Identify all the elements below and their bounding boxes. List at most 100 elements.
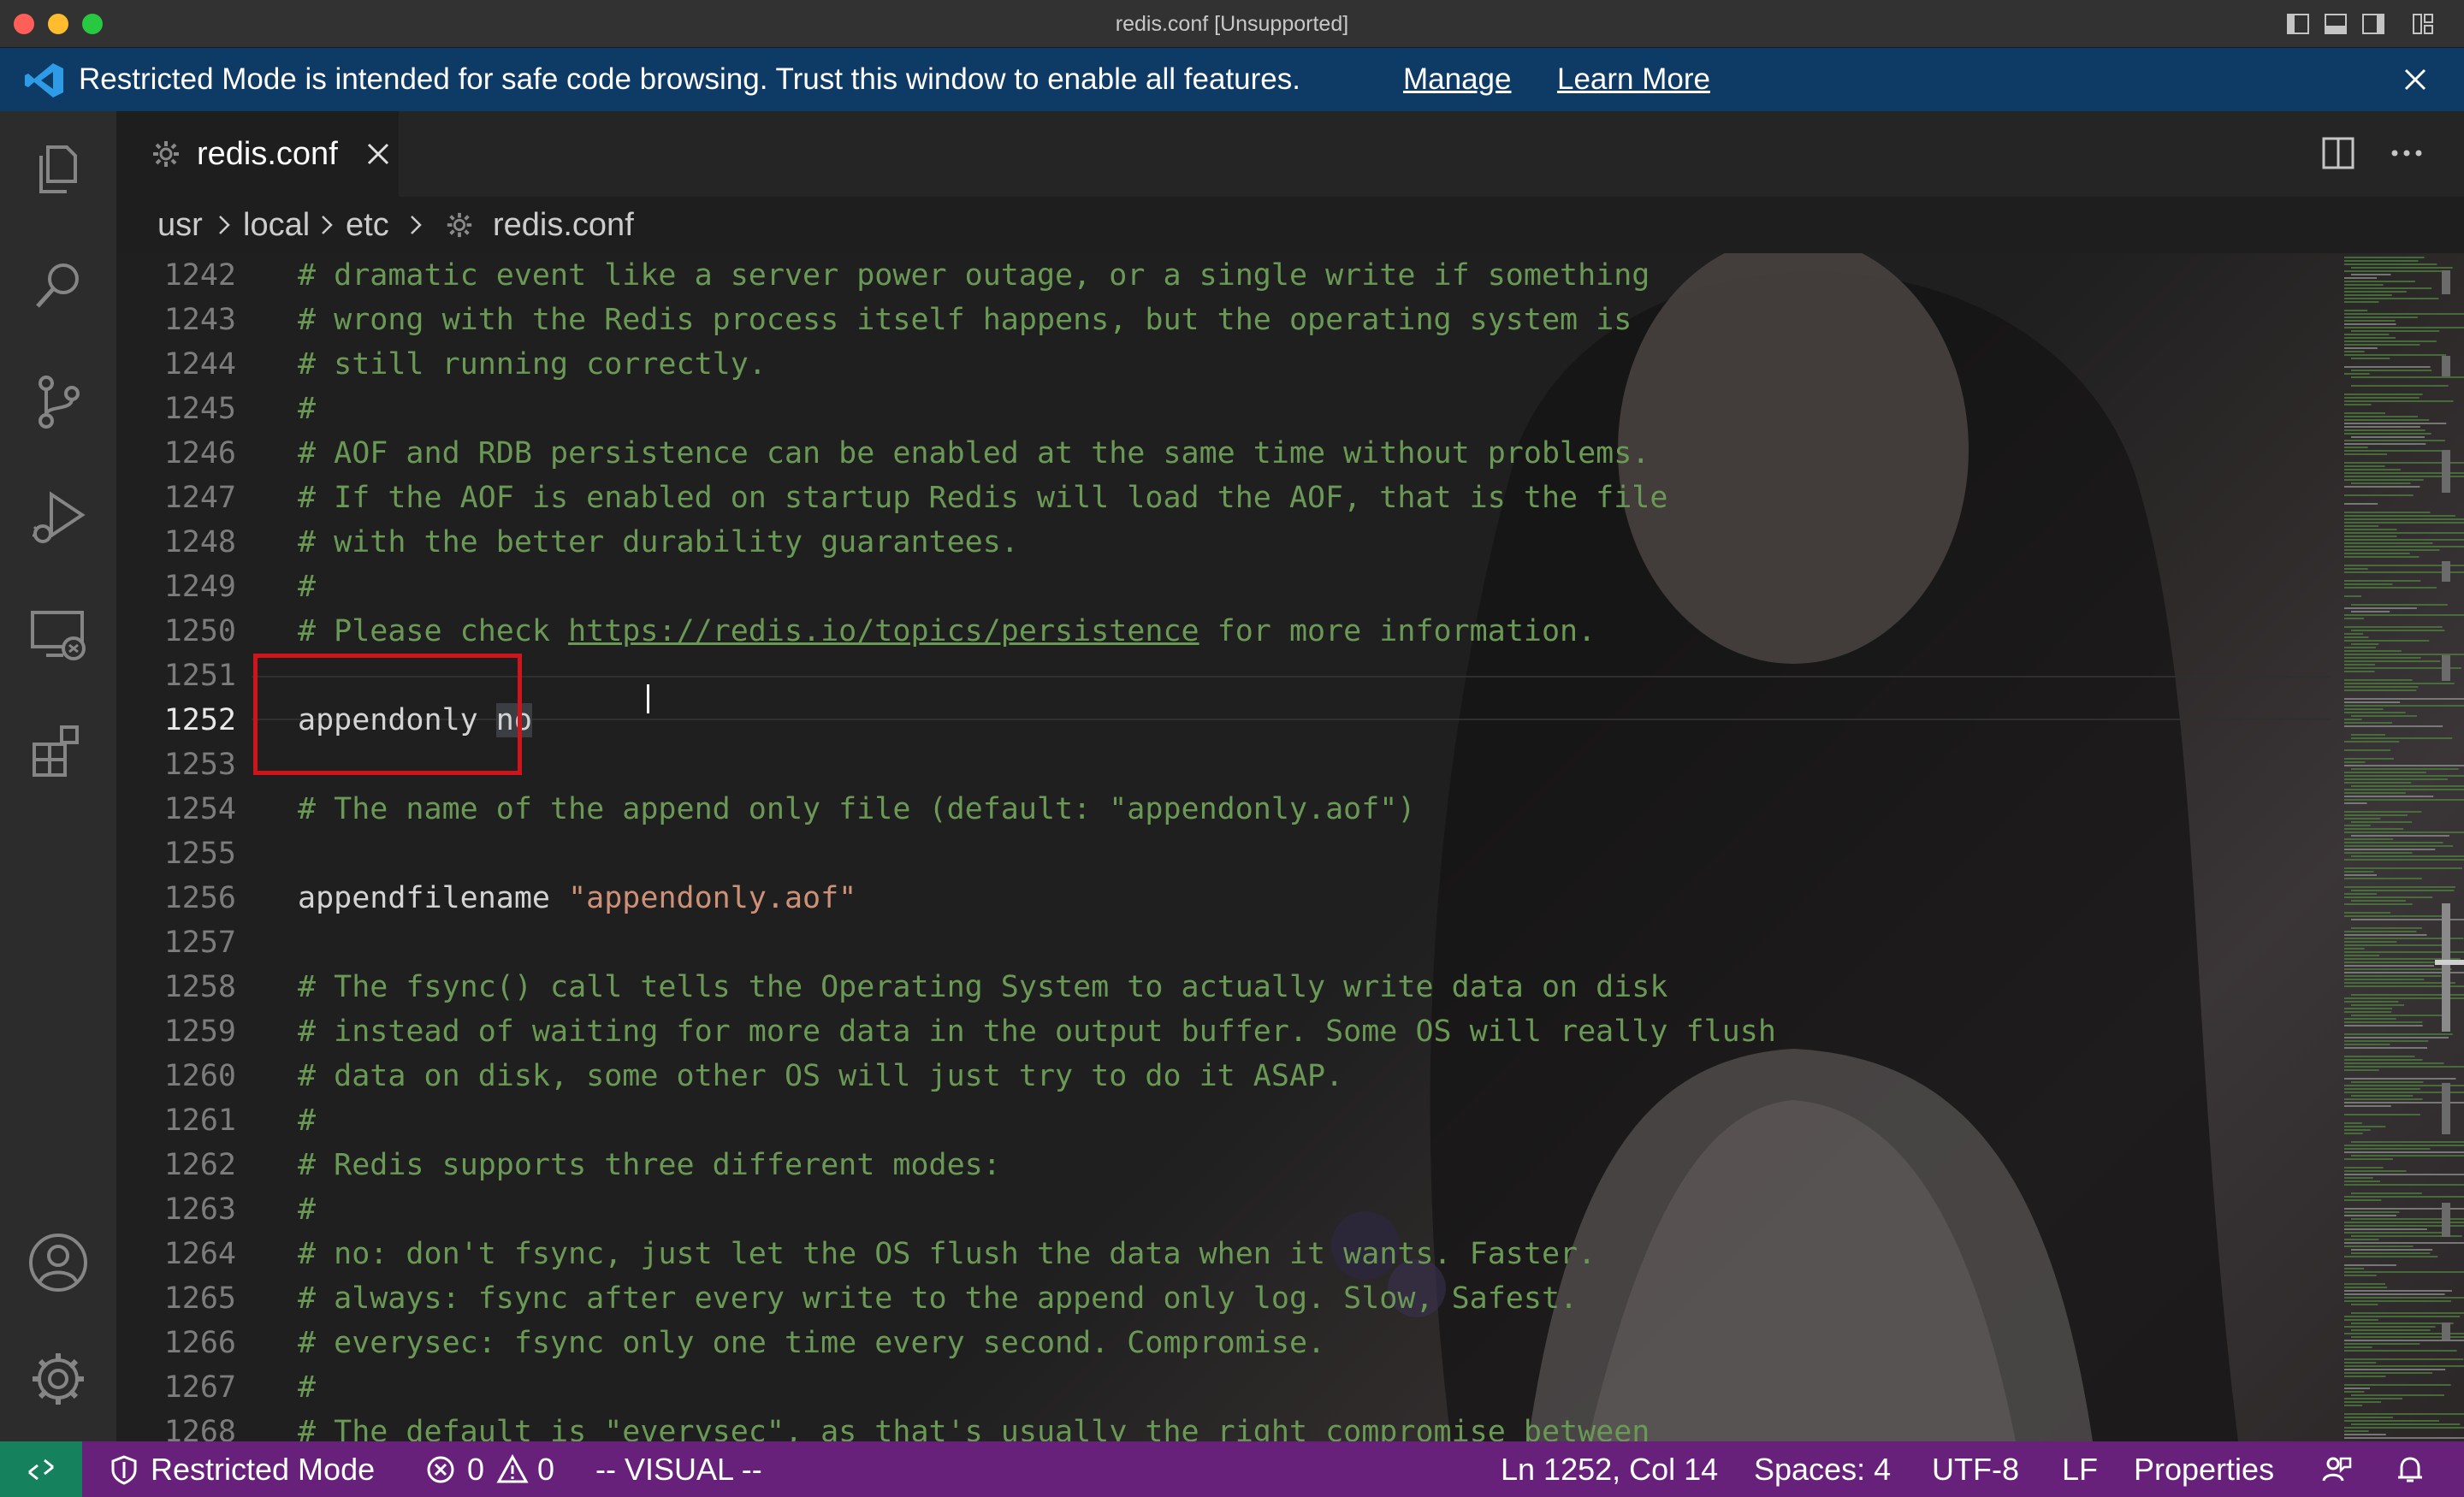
bell-icon[interactable] [2394, 1453, 2426, 1486]
close-icon[interactable] [2402, 67, 2428, 92]
breadcrumb-usr[interactable]: usr [157, 197, 203, 253]
minimap-line [2344, 712, 2406, 713]
breadcrumb-file[interactable]: redis.conf [493, 197, 634, 253]
source-control-icon[interactable] [26, 370, 91, 435]
minimap-line [2344, 842, 2443, 843]
restricted-mode-banner: Restricted Mode is intended for safe cod… [0, 48, 2464, 111]
code-line: # everysec: fsync only one time every se… [298, 1321, 1325, 1365]
minimap-line [2344, 1122, 2362, 1124]
minimap-line [2351, 436, 2426, 438]
minimap-line [2344, 310, 2368, 311]
search-icon[interactable] [26, 253, 91, 318]
minimap-line [2344, 1040, 2429, 1042]
minimap-line [2351, 821, 2412, 823]
language-mode-status[interactable]: Properties [2134, 1441, 2274, 1497]
minimap-line [2344, 443, 2426, 445]
manage-link[interactable]: Manage [1403, 48, 1511, 111]
minimap-line [2344, 636, 2369, 638]
line-number: 1267 [163, 1370, 236, 1405]
minimap-line [2344, 1372, 2433, 1374]
remote-explorer-icon[interactable] [26, 602, 91, 667]
minimap-line [2344, 1293, 2445, 1295]
vertical-scrollbar[interactable] [2435, 253, 2464, 1441]
code-comment: # The name of the append only file (defa… [298, 792, 1416, 826]
customize-layout-icon[interactable] [2411, 12, 2435, 36]
minimap-line [2344, 828, 2404, 830]
more-actions-icon[interactable] [2389, 135, 2425, 171]
line-number: 1265 [163, 1281, 236, 1316]
code-comment: # dramatic event like a server power out… [298, 258, 1650, 293]
code-line: # If the AOF is enabled on startup Redis… [298, 476, 1667, 520]
minimap-line [2344, 263, 2437, 265]
split-editor-icon[interactable] [2320, 135, 2356, 171]
toggle-secondary-sidebar-icon[interactable] [2361, 12, 2385, 36]
tab-redis-conf[interactable]: redis.conf [116, 111, 399, 197]
account-icon[interactable] [26, 1230, 91, 1295]
close-icon[interactable] [364, 140, 392, 168]
breadcrumb-etc[interactable]: etc [346, 197, 389, 253]
minimap-line [2344, 426, 2420, 428]
minimap-line [2344, 320, 2396, 322]
code-comment: # [298, 1104, 317, 1138]
config-string: "appendonly.aof" [568, 881, 857, 915]
text-cursor [647, 684, 649, 713]
explorer-icon[interactable] [26, 137, 91, 202]
minimap-line [2344, 1098, 2423, 1100]
config-key: appendfilename [298, 881, 551, 915]
breadcrumb: usr local etc redis.conf [116, 197, 2464, 253]
breadcrumb-local[interactable]: local [243, 197, 310, 253]
code-line: # The name of the append only file (defa… [298, 787, 1415, 831]
minimap-line [2344, 453, 2388, 455]
minimap-line [2344, 893, 2377, 895]
chevron-right-icon [219, 216, 230, 234]
minimap-line [2344, 419, 2430, 421]
chevron-right-icon [411, 216, 422, 234]
code-line: # The default is "everysec", as that's u… [298, 1410, 1650, 1441]
minimap-line [2344, 1369, 2446, 1370]
code-link[interactable]: https://redis.io/topics/persistence [568, 614, 1199, 648]
minimap-line [2344, 373, 2370, 375]
current-line-highlight [252, 676, 2331, 720]
warning-icon[interactable] [496, 1453, 529, 1486]
minimap-line [2351, 1004, 2404, 1006]
toggle-primary-sidebar-icon[interactable] [2286, 12, 2310, 36]
error-icon[interactable] [424, 1453, 457, 1486]
minimap-line [2344, 1211, 2400, 1213]
settings-gear-icon[interactable] [26, 1346, 91, 1411]
run-debug-icon[interactable] [26, 486, 91, 551]
code-comment: # wrong with the Redis process itself ha… [298, 303, 1632, 337]
error-count[interactable]: 0 [467, 1441, 484, 1497]
minimap-line [2351, 1252, 2431, 1254]
minimap-line [2344, 1059, 2423, 1061]
minimap-line [2344, 607, 2417, 609]
feedback-icon[interactable] [2320, 1453, 2353, 1486]
line-number: 1250 [163, 614, 236, 648]
minimap-line [2344, 1158, 2394, 1160]
encoding-status[interactable]: UTF-8 [1932, 1441, 2019, 1497]
eol-status[interactable]: LF [2062, 1441, 2098, 1497]
minimap-line [2344, 294, 2392, 296]
warning-count[interactable]: 0 [537, 1441, 554, 1497]
minimap-line [2344, 587, 2437, 589]
minimap-line [2344, 903, 2413, 905]
minimap-line [2351, 1329, 2431, 1331]
line-number: 1266 [163, 1326, 236, 1360]
cursor-position-status[interactable]: Ln 1252, Col 14 [1501, 1441, 1718, 1497]
indentation-status[interactable]: Spaces: 4 [1754, 1441, 1891, 1497]
code-editor[interactable]: 1242 1243 1244 1245 1246 1247 1248 1249 1250 1251… [116, 253, 2464, 1441]
minimap-line [2344, 852, 2413, 854]
restricted-mode-status[interactable]: Restricted Mode [151, 1441, 375, 1497]
minimap-line [2344, 931, 2417, 932]
minimap-line [2344, 761, 2366, 763]
window-title: redis.conf [Unsupported] [1115, 12, 1349, 36]
extensions-icon[interactable] [26, 719, 91, 784]
minimap-line [2344, 825, 2371, 826]
toggle-panel-icon[interactable] [2324, 12, 2348, 36]
minimap-line [2344, 874, 2377, 876]
learn-more-link[interactable]: Learn More [1557, 48, 1710, 111]
minimap-line [2344, 291, 2407, 293]
minimap-line [2344, 618, 2364, 619]
remote-indicator-button[interactable] [0, 1441, 82, 1497]
minimap-line [2344, 393, 2423, 395]
minimap-line [2344, 686, 2419, 688]
